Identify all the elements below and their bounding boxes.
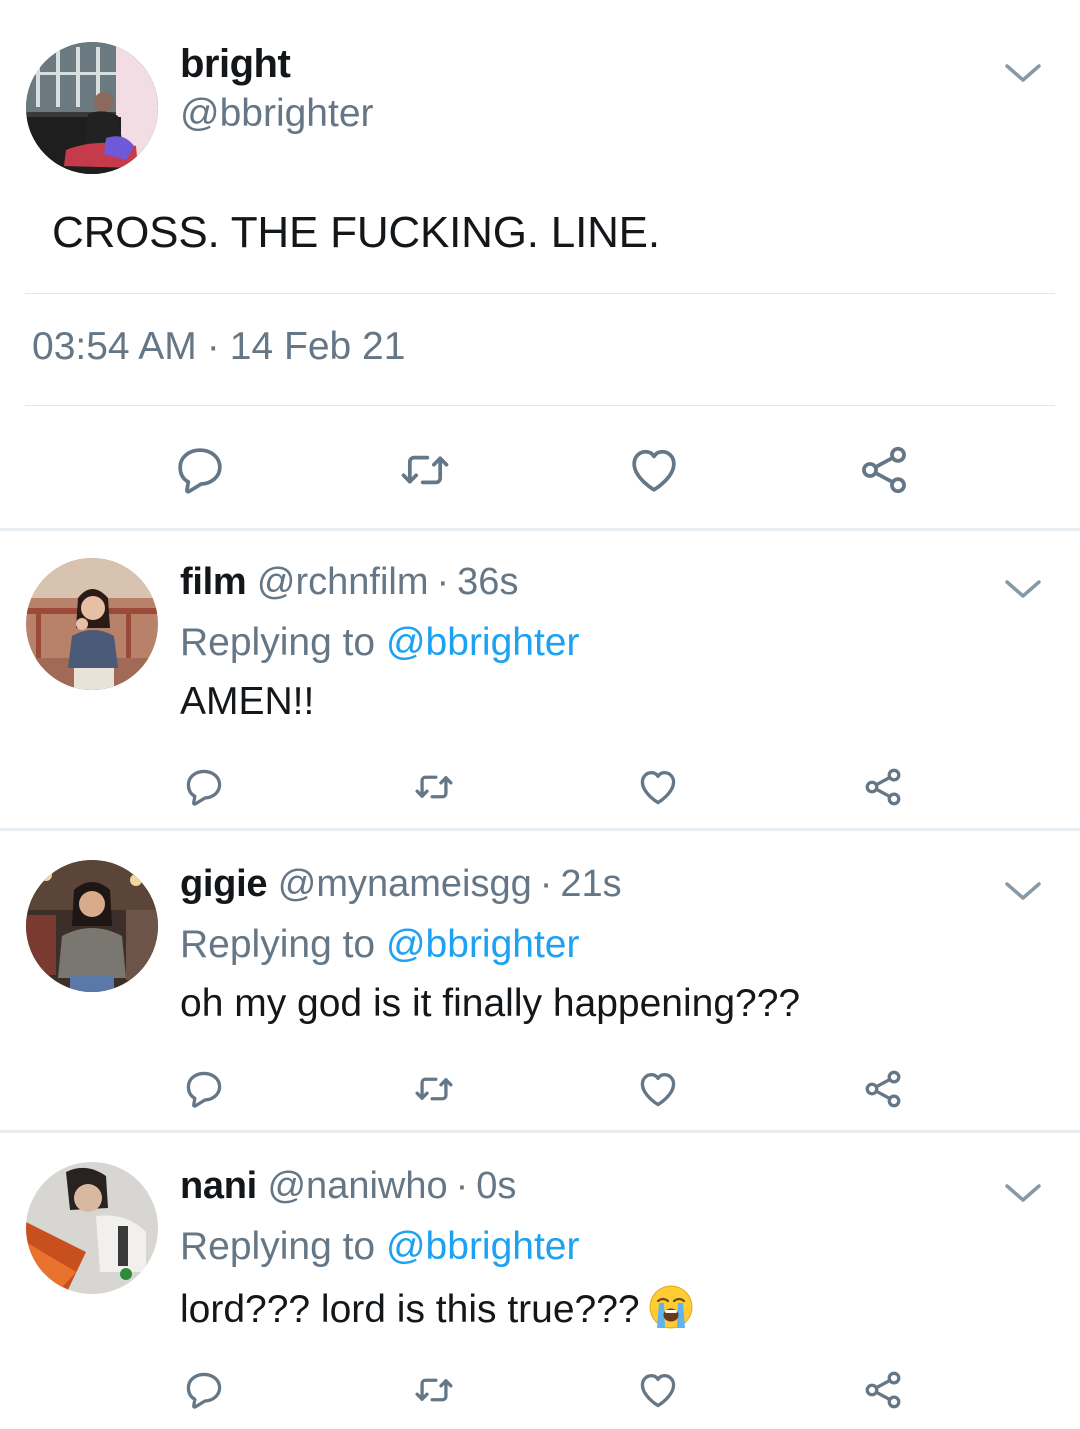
share-icon <box>865 1070 901 1108</box>
reply-author-handle[interactable]: @naniwho <box>267 1165 447 1207</box>
section-divider <box>0 528 1080 531</box>
timestamp-separator: · <box>206 325 220 368</box>
reply-text: lord??? lord is this true??? <box>180 1288 640 1331</box>
mention-link[interactable]: @bbrighter <box>386 1225 580 1268</box>
reply-text-line: lord??? lord is this true??? <box>180 1284 694 1332</box>
reply-header: film @rchnfilm · 36s <box>180 561 518 604</box>
like-button[interactable] <box>634 763 682 811</box>
reply-header: nani @naniwho · 0s <box>180 1165 516 1208</box>
section-divider <box>0 1130 1080 1133</box>
tweet-timestamp[interactable]: 03:54 AM · 14 Feb 21 <box>32 325 405 369</box>
section-divider <box>0 828 1080 831</box>
reply-header: gigie @mynameisgg · 21s <box>180 863 622 906</box>
reply-icon <box>186 1372 222 1409</box>
avatar-nani[interactable] <box>26 1162 158 1294</box>
replying-to-line: Replying to @bbrighter <box>180 923 579 967</box>
reply-age[interactable]: 36s <box>457 561 518 603</box>
reply-age[interactable]: 0s <box>476 1165 516 1207</box>
reply-button[interactable] <box>180 763 228 811</box>
chevron-down-icon[interactable] <box>1001 58 1045 88</box>
like-button[interactable] <box>634 1065 682 1113</box>
header-separator: · <box>539 863 553 905</box>
reply-author-handle[interactable]: @mynameisgg <box>278 863 532 905</box>
like-button[interactable] <box>634 1366 682 1414</box>
retweet-icon <box>401 455 449 485</box>
divider <box>25 405 1055 406</box>
divider <box>25 293 1055 294</box>
mention-link[interactable]: @bbrighter <box>386 923 580 966</box>
reply-text: AMEN!! <box>180 680 315 723</box>
share-button[interactable] <box>859 763 907 811</box>
like-icon <box>640 1073 676 1107</box>
reply-author-name[interactable]: gigie <box>180 863 267 905</box>
share-button[interactable] <box>859 1065 907 1113</box>
tweet-text: CROSS. THE FUCKING. LINE. <box>52 208 660 257</box>
share-button[interactable] <box>859 1366 907 1414</box>
tweet-time: 03:54 AM <box>32 325 197 368</box>
like-icon <box>640 1374 676 1408</box>
header-separator: · <box>436 561 450 603</box>
replying-to-line: Replying to @bbrighter <box>180 621 579 665</box>
reply-icon <box>186 1071 222 1108</box>
retweet-icon <box>415 775 453 799</box>
retweet-button[interactable] <box>410 1366 458 1414</box>
share-icon <box>862 446 906 494</box>
reply-author-name[interactable]: nani <box>180 1165 257 1207</box>
header-separator: · <box>455 1165 469 1207</box>
replying-prefix: Replying to <box>180 923 376 966</box>
chevron-down-icon[interactable] <box>1001 574 1045 604</box>
tweet-date: 14 Feb 21 <box>229 325 406 368</box>
chevron-down-icon[interactable] <box>1001 876 1045 906</box>
retweet-icon <box>415 1077 453 1101</box>
reply-author-handle[interactable]: @rchnfilm <box>257 561 429 603</box>
retweet-button[interactable] <box>393 438 457 502</box>
share-button[interactable] <box>852 438 916 502</box>
mention-link[interactable]: @bbrighter <box>386 621 580 664</box>
share-icon <box>865 1371 901 1409</box>
avatar-bright[interactable] <box>26 42 158 174</box>
reply-text: oh my god is it finally happening??? <box>180 982 801 1025</box>
chevron-down-icon[interactable] <box>1001 1178 1045 1208</box>
loudly-crying-face-icon <box>648 1284 694 1330</box>
author-name[interactable]: bright <box>180 42 291 87</box>
like-icon <box>640 771 676 805</box>
retweet-button[interactable] <box>410 1065 458 1113</box>
reply-button[interactable] <box>180 1065 228 1113</box>
retweet-icon <box>415 1378 453 1402</box>
reply-icon <box>186 769 222 806</box>
replying-prefix: Replying to <box>180 621 376 664</box>
reply-button[interactable] <box>180 1366 228 1414</box>
reply-age[interactable]: 21s <box>560 863 621 905</box>
reply-author-name[interactable]: film <box>180 561 247 603</box>
retweet-button[interactable] <box>410 763 458 811</box>
reply-button[interactable] <box>168 438 232 502</box>
avatar-gigie[interactable] <box>26 860 158 992</box>
like-icon <box>632 449 676 492</box>
like-button[interactable] <box>622 438 686 502</box>
share-icon <box>865 768 901 806</box>
replying-to-line: Replying to @bbrighter <box>180 1225 579 1269</box>
reply-icon <box>178 448 222 494</box>
author-handle[interactable]: @bbrighter <box>180 92 374 136</box>
avatar-film[interactable] <box>26 558 158 690</box>
replying-prefix: Replying to <box>180 1225 376 1268</box>
